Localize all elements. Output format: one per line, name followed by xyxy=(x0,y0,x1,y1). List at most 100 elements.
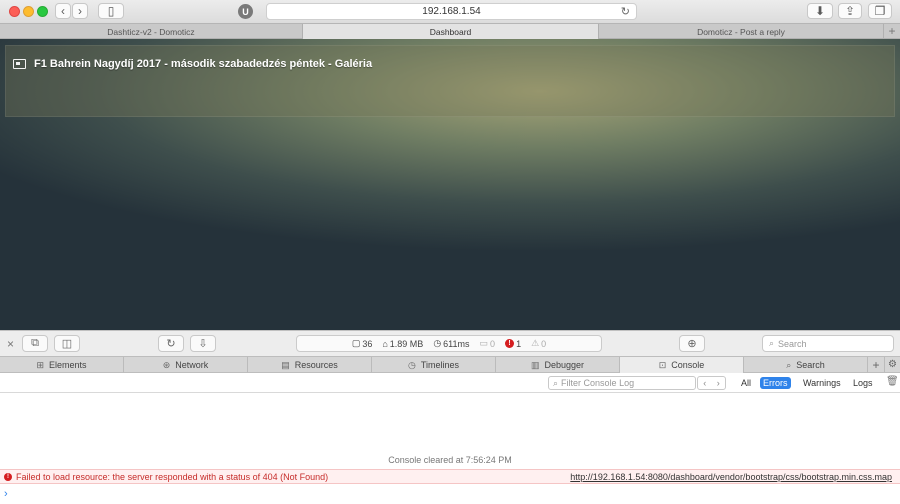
console-cleared-message: Console cleared at 7:56:24 PM xyxy=(388,455,512,465)
add-tab-button[interactable]: + xyxy=(868,357,885,372)
tab-label: Network xyxy=(175,360,209,370)
elements-icon: ⊞ xyxy=(36,359,44,370)
address-bar[interactable]: 192.168.1.54 ↻ xyxy=(266,3,637,20)
share-icon: ⇪ xyxy=(844,4,856,18)
search-icon: ⌕ xyxy=(786,359,792,370)
tab-label: Domoticz - Post a reply xyxy=(697,26,785,37)
resources-icon: ▤ xyxy=(281,359,290,370)
resource-count-value: 36 xyxy=(362,338,373,349)
clear-console-icon[interactable]: 🗑 xyxy=(886,376,899,387)
inspector-toolbar: × ⧉ ◫ ↻ ⇩ ▢ 36 ⌂ 1.89 MB ◷ 611ms ▭ 0 ! 1 ⚠ 0 ⊕… xyxy=(0,330,900,356)
share-button[interactable]: ⇪ xyxy=(838,3,862,19)
chevron-right-icon: › xyxy=(78,4,82,18)
tab-timelines[interactable]: ◷ Timelines xyxy=(372,357,496,373)
sidebar-icon: ▯ xyxy=(107,4,115,18)
log-count-value: 0 xyxy=(490,338,496,349)
inspector-search-input[interactable]: ⌕ Search xyxy=(762,335,894,352)
level-errors-button[interactable]: Errors xyxy=(760,377,791,389)
crosshair-icon: ⊕ xyxy=(687,338,697,350)
tab-bar: Dashticz-v2 - Domoticz Dashboard Domotic… xyxy=(0,23,900,39)
chevron-right-icon[interactable]: › xyxy=(717,378,720,388)
tab-search[interactable]: ⌕ Search xyxy=(744,357,868,373)
level-all-button[interactable]: All xyxy=(738,377,754,389)
new-tab-button[interactable]: + xyxy=(884,24,900,38)
tabs-icon: ❐ xyxy=(874,4,886,18)
debugger-icon: ▥ xyxy=(530,359,540,370)
clock-icon: ◷ xyxy=(433,338,442,348)
news-panel[interactable]: F1 Bahrein Nagydíj 2017 - második szabad… xyxy=(5,45,895,117)
speech-bubble-icon: ▭ xyxy=(479,338,489,348)
console-prompt[interactable]: › xyxy=(4,488,8,500)
gear-icon: ⚙ xyxy=(888,359,897,370)
tab-resources[interactable]: ▤ Resources xyxy=(248,357,372,373)
tab-dashboard[interactable]: Dashboard xyxy=(303,24,599,39)
tab-label: Resources xyxy=(294,360,338,370)
tab-network[interactable]: ⊛ Network xyxy=(124,357,248,373)
level-logs-button[interactable]: Logs xyxy=(850,377,876,389)
close-inspector-icon[interactable]: × xyxy=(7,337,14,351)
tab-console[interactable]: ⊡ Console xyxy=(620,357,744,373)
tab-label: Debugger xyxy=(544,360,585,370)
filter-nav: ‹ › xyxy=(697,376,726,390)
resource-size-value: 1.89 MB xyxy=(389,338,424,349)
tab-label: Console xyxy=(671,360,705,370)
back-button[interactable]: ‹ xyxy=(55,3,71,19)
reload-page-button[interactable]: ↻ xyxy=(158,335,184,352)
dashboard-page: F1 Bahrein Nagydíj 2017 - második szabad… xyxy=(0,39,900,330)
filter-placeholder: Filter Console Log xyxy=(561,378,635,388)
log-count[interactable]: ▭ 0 xyxy=(480,338,496,349)
tab-label: Search xyxy=(796,360,825,370)
load-time[interactable]: ◷ 611ms xyxy=(433,338,469,349)
level-warnings-button[interactable]: Warnings xyxy=(800,377,844,389)
console-error-row[interactable]: ! Failed to load resource: the server re… xyxy=(0,469,900,484)
console-filter-bar: ⌕ Filter Console Log ‹ › All Errors Warn… xyxy=(0,373,900,393)
detach-icon: ⧉ xyxy=(31,337,39,349)
resource-count[interactable]: ▢ 36 xyxy=(352,338,373,349)
chevron-left-icon[interactable]: ‹ xyxy=(703,378,706,388)
newspaper-icon xyxy=(13,59,26,69)
tab-elements[interactable]: ⊞ Elements xyxy=(0,357,124,373)
browser-toolbar: ‹ › ▯ U 192.168.1.54 ↻ ⬇ ⇪ ❐ xyxy=(0,0,900,23)
filter-icon: ⌕ xyxy=(553,377,559,388)
timelines-icon: ◷ xyxy=(407,359,416,370)
tab-dashticz[interactable]: Dashticz-v2 - Domoticz xyxy=(0,24,303,39)
download-archive-button[interactable]: ⇩ xyxy=(190,335,216,352)
tab-label: Dashticz-v2 - Domoticz xyxy=(107,26,195,37)
close-window-button[interactable] xyxy=(9,6,20,17)
error-count-value: 1 xyxy=(516,338,522,349)
warning-count-value: 0 xyxy=(541,338,547,349)
sidebar-button[interactable]: ▯ xyxy=(98,3,124,19)
search-placeholder: Search xyxy=(778,338,807,349)
tab-label: Dashboard xyxy=(429,26,472,37)
forward-button[interactable]: › xyxy=(72,3,88,19)
error-icon: ! xyxy=(4,472,12,481)
downloads-button[interactable]: ⬇ xyxy=(807,3,833,19)
url-text: 192.168.1.54 xyxy=(422,6,481,17)
error-count[interactable]: ! 1 xyxy=(505,339,521,349)
reload-icon[interactable]: ↻ xyxy=(621,5,630,18)
reload-icon: ↻ xyxy=(166,338,176,350)
warning-count[interactable]: ⚠ 0 xyxy=(531,338,546,349)
console-filter-input[interactable]: ⌕ Filter Console Log xyxy=(548,376,696,390)
detach-button[interactable]: ⧉ xyxy=(22,335,48,352)
ublock-extension-icon[interactable]: U xyxy=(238,4,253,19)
error-message: Failed to load resource: the server resp… xyxy=(16,471,329,482)
download-icon: ⬇ xyxy=(814,4,826,18)
tab-domoticz-post[interactable]: Domoticz - Post a reply xyxy=(599,24,884,39)
inspector-tab-bar: ⊞ Elements ⊛ Network ▤ Resources ◷ Timelines… xyxy=(0,356,900,373)
tab-debugger[interactable]: ▥ Debugger xyxy=(496,357,620,373)
zoom-window-button[interactable] xyxy=(37,6,48,17)
error-source-link[interactable]: http://192.168.1.54:8080/dashboard/vendo… xyxy=(570,472,892,482)
console-icon: ⊡ xyxy=(658,359,667,370)
settings-button[interactable]: ⚙ xyxy=(885,357,900,372)
resource-size[interactable]: ⌂ 1.89 MB xyxy=(382,339,423,349)
dock-side-button[interactable]: ◫ xyxy=(54,335,80,352)
inspector-status-bar: ▢ 36 ⌂ 1.89 MB ◷ 611ms ▭ 0 ! 1 ⚠ 0 xyxy=(296,335,602,352)
download-icon: ⇩ xyxy=(198,338,208,350)
document-icon: ▢ xyxy=(351,338,361,348)
tabs-overview-button[interactable]: ❐ xyxy=(868,3,892,19)
minimize-window-button[interactable] xyxy=(23,6,34,17)
element-picker-button[interactable]: ⊕ xyxy=(679,335,705,352)
search-icon: ⌕ xyxy=(769,338,775,348)
network-icon: ⊛ xyxy=(162,359,171,370)
